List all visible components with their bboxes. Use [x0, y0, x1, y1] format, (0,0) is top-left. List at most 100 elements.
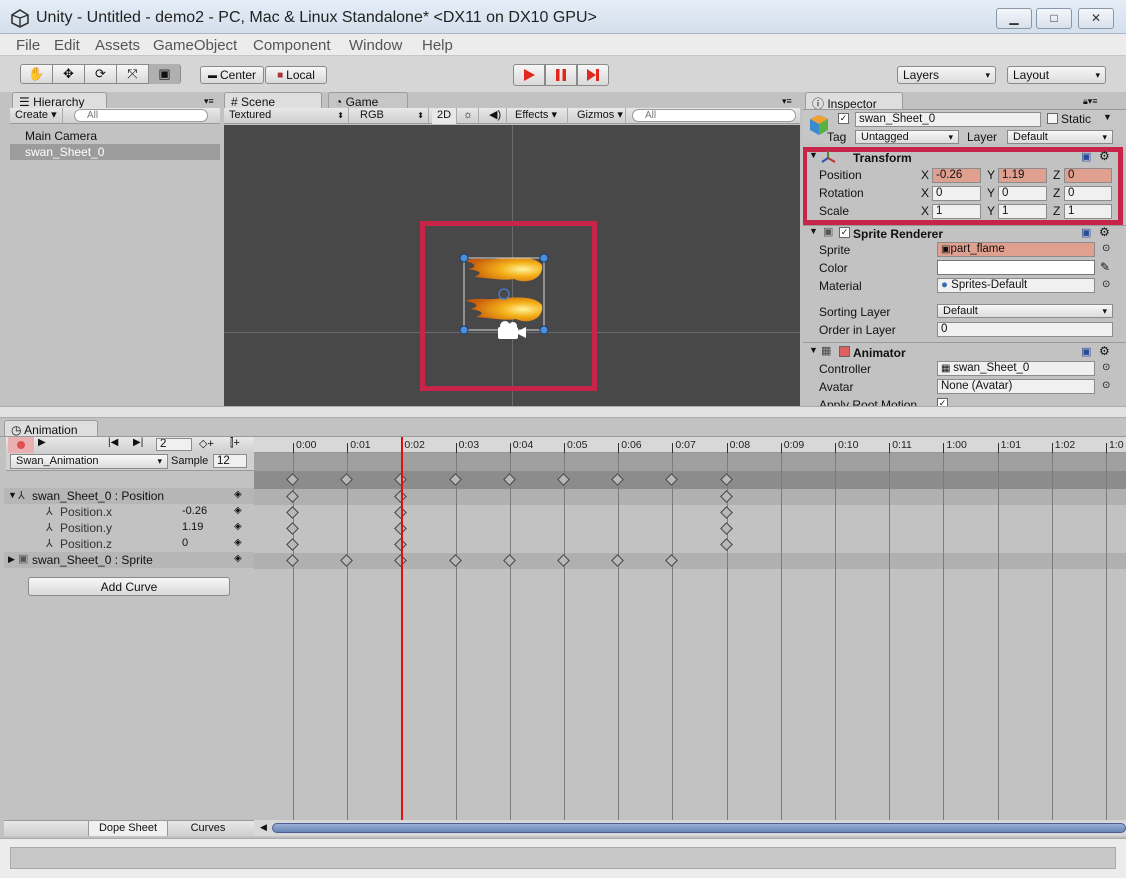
track-value[interactable]: -0.26 — [182, 505, 207, 517]
effects-dropdown[interactable]: Effects ▾ — [510, 108, 568, 124]
tab-scene[interactable]: # Scene — [224, 92, 322, 109]
menu-edit[interactable]: Edit — [54, 37, 80, 54]
playhead[interactable] — [401, 437, 404, 820]
position-y-field[interactable]: 1.19 — [998, 168, 1047, 183]
scale-y-field[interactable]: 1 — [998, 204, 1047, 219]
object-picker-icon[interactable]: ⊙ — [1102, 362, 1110, 373]
shading-mode-dropdown[interactable]: Textured ⬍ — [224, 108, 349, 124]
rotate-tool-button[interactable]: ⟳ — [85, 64, 117, 84]
layout-dropdown[interactable]: Layout — [1007, 66, 1106, 84]
order-in-layer-field[interactable]: 0 — [937, 322, 1113, 337]
2d-toggle[interactable]: 2D — [432, 108, 458, 124]
sample-field[interactable]: 12 — [213, 454, 247, 468]
event-lane[interactable] — [254, 453, 1126, 471]
object-picker-icon[interactable]: ⊙ — [1102, 243, 1110, 254]
scale-x-field[interactable]: 1 — [932, 204, 981, 219]
rect-tool-button[interactable]: ▣ — [149, 64, 180, 84]
add-keyframe-button[interactable]: ◇+ — [199, 437, 214, 450]
track-row-position-x[interactable]: ⅄ Position.x -0.26 ◈ — [4, 504, 254, 520]
color-field[interactable] — [937, 260, 1095, 275]
gear-icon[interactable]: ⚙ — [1099, 225, 1110, 239]
sorting-layer-dropdown[interactable]: Default — [937, 304, 1113, 318]
keyframe-diamond[interactable] — [286, 538, 299, 551]
track-row-position-y[interactable]: ⅄ Position.y 1.19 ◈ — [4, 520, 254, 536]
rotation-z-field[interactable]: 0 — [1064, 186, 1112, 201]
object-name-field[interactable]: swan_Sheet_0 — [855, 112, 1041, 127]
static-dropdown-icon[interactable]: ▼ — [1103, 112, 1112, 122]
add-event-button[interactable]: ⫿+ — [230, 437, 240, 450]
tab-animation[interactable]: ◷ Animation — [4, 420, 98, 437]
animator-enabled-checkbox[interactable] — [839, 346, 850, 357]
panel-menu-icon[interactable]: ▾≡ — [204, 96, 214, 107]
layers-dropdown[interactable]: Layers — [897, 66, 996, 84]
keyframe-diamond-icon[interactable]: ◈ — [234, 489, 242, 500]
gear-icon[interactable]: ⚙ — [1099, 149, 1110, 163]
avatar-field[interactable]: None (Avatar) — [937, 379, 1095, 394]
pivot-center-button[interactable]: ▬ Center — [200, 66, 264, 84]
help-icon[interactable]: ▣ — [1081, 150, 1091, 163]
timeline-scrollbar[interactable]: ◀ — [254, 820, 1126, 836]
keyframe-diamond-icon[interactable]: ◈ — [234, 537, 242, 548]
minimize-button[interactable]: ▁ — [996, 8, 1032, 29]
tab-dope-sheet[interactable]: Dope Sheet — [88, 821, 168, 836]
menu-gameobject[interactable]: GameObject — [153, 37, 237, 54]
preview-play-button[interactable]: ▶ — [38, 437, 46, 448]
position-z-field[interactable]: 0 — [1064, 168, 1112, 183]
tab-inspector[interactable]: ⓘ Inspector — [805, 92, 903, 111]
move-tool-button[interactable]: ✥ — [53, 64, 85, 84]
next-keyframe-button[interactable]: ▶| — [133, 437, 143, 448]
hierarchy-item-swan-sheet[interactable]: swan_Sheet_0 — [10, 144, 220, 160]
layer-dropdown[interactable]: Default — [1007, 130, 1113, 144]
scrollbar-thumb[interactable] — [272, 823, 1126, 833]
keyframe-diamond[interactable] — [286, 506, 299, 519]
apply-root-motion-checkbox[interactable]: ✓ — [937, 398, 948, 406]
menu-help[interactable]: Help — [422, 37, 453, 54]
transform-header[interactable]: ▼ Transform ▣ ⚙ — [809, 149, 1119, 166]
maximize-button[interactable]: □ — [1036, 8, 1072, 29]
tab-game[interactable]: ◔ Game — [328, 92, 408, 109]
panel-menu-icon[interactable]: ▾≡ — [782, 96, 792, 107]
step-button[interactable] — [577, 64, 609, 86]
audio-toggle[interactable]: ◀) — [484, 108, 508, 124]
menu-component[interactable]: Component — [253, 37, 331, 54]
static-checkbox[interactable] — [1047, 113, 1058, 124]
menu-window[interactable]: Window — [349, 37, 402, 54]
hand-tool-button[interactable]: ✋ — [21, 64, 53, 84]
scale-z-field[interactable]: 1 — [1064, 204, 1112, 219]
sprite-field[interactable]: ▣part_flame — [937, 242, 1095, 257]
keyframe-diamond-icon[interactable]: ◈ — [234, 553, 242, 564]
keyframe-diamond[interactable] — [286, 522, 299, 535]
position-x-field[interactable]: -0.26 — [932, 168, 981, 183]
prev-keyframe-button[interactable]: |◀ — [108, 437, 118, 448]
scene-search-input[interactable]: All — [632, 109, 796, 122]
hierarchy-item-main-camera[interactable]: Main Camera — [10, 128, 220, 144]
keyframe-diamond-icon[interactable]: ◈ — [234, 505, 242, 516]
eyedropper-icon[interactable]: ✎ — [1100, 260, 1110, 274]
object-picker-icon[interactable]: ⊙ — [1102, 279, 1110, 290]
sprite-renderer-enabled-checkbox[interactable]: ✓ — [839, 227, 850, 238]
keyframe-diamond[interactable] — [719, 538, 733, 551]
create-dropdown[interactable]: Create ▾ — [10, 108, 63, 124]
pivot-local-button[interactable]: ■ Local — [265, 66, 327, 84]
object-picker-icon[interactable]: ⊙ — [1102, 380, 1110, 391]
add-curve-button[interactable]: Add Curve — [28, 577, 230, 596]
tag-dropdown[interactable]: Untagged — [855, 130, 959, 144]
track-row-position[interactable]: ▼ ⅄ swan_Sheet_0 : Position ◈ — [4, 488, 254, 504]
track-value[interactable]: 0 — [182, 537, 188, 549]
lock-icon[interactable]: 🔒︎▾≡ — [1083, 96, 1098, 107]
track-row-sprite[interactable]: ▶ ▣ swan_Sheet_0 : Sprite ◈ — [4, 552, 254, 568]
keyframe-diamond-icon[interactable]: ◈ — [234, 521, 242, 532]
gizmos-dropdown[interactable]: Gizmos ▾ — [572, 108, 626, 124]
help-icon[interactable]: ▣ — [1081, 345, 1091, 358]
panel-divider[interactable] — [0, 406, 1126, 418]
dopesheet-timeline[interactable]: 0:00 0:01 0:02 0:03 0:04 0:05 0:06 0:07 0:08 0:09… — [254, 437, 1126, 820]
frame-field[interactable]: 2 — [156, 438, 192, 451]
menu-file[interactable]: File — [16, 37, 40, 54]
animator-header[interactable]: ▼ ▦ Animator ▣ ⚙ — [809, 344, 1119, 361]
hierarchy-search-input[interactable]: All — [74, 109, 208, 122]
controller-field[interactable]: ▦ swan_Sheet_0 — [937, 361, 1095, 376]
rotation-y-field[interactable]: 0 — [998, 186, 1047, 201]
material-field[interactable]: ● Sprites-Default — [937, 278, 1095, 293]
rotation-x-field[interactable]: 0 — [932, 186, 981, 201]
tab-curves[interactable]: Curves — [170, 821, 246, 836]
